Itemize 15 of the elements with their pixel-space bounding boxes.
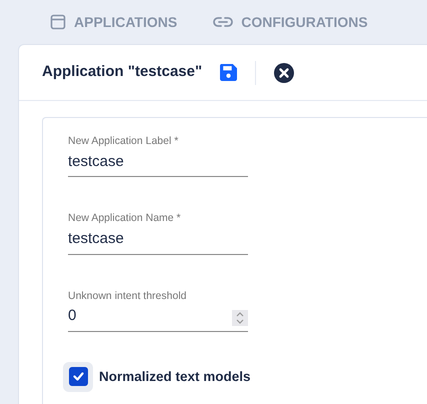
card-title: Application "testcase" — [42, 62, 202, 82]
spinner-icon[interactable] — [232, 310, 248, 326]
field-label: Unknown intent threshold — [68, 288, 188, 304]
link-icon — [213, 16, 234, 28]
check-icon — [72, 372, 84, 382]
field-label: New Application Name * — [68, 211, 182, 226]
close-icon[interactable] — [274, 62, 294, 82]
field-label: New Application Label * — [68, 134, 180, 149]
checkbox-label: Normalized text models — [99, 368, 251, 386]
number-field[interactable]: 0 — [68, 304, 232, 331]
save-icon[interactable] — [220, 64, 238, 81]
text-field[interactable]: testcase — [68, 227, 248, 254]
text-field[interactable]: testcase — [68, 150, 248, 178]
checkbox[interactable] — [68, 367, 88, 386]
window-icon — [50, 14, 66, 30]
